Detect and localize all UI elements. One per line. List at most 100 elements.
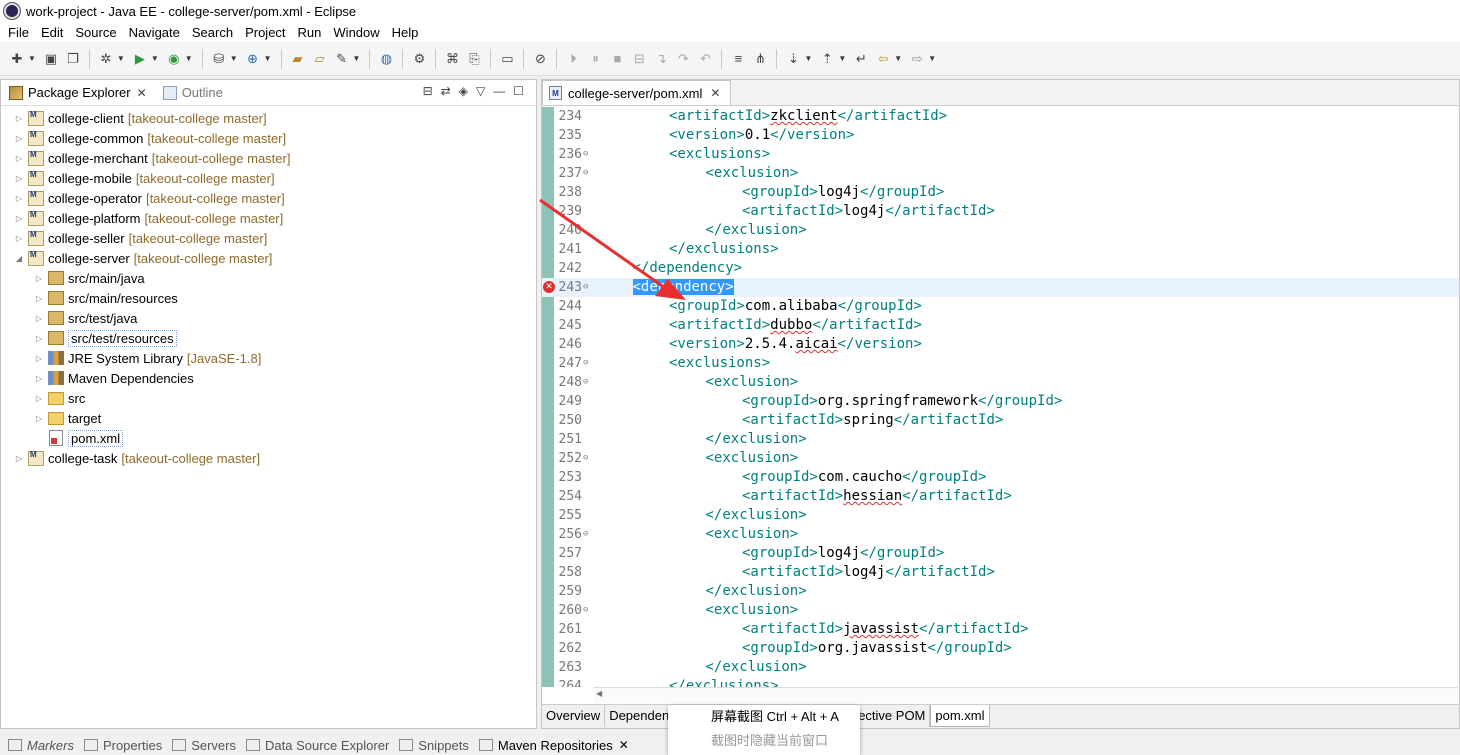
forward-icon[interactable]: ⇨ <box>908 50 926 68</box>
code-line[interactable]: 261 <artifactId>javassist</artifactId> <box>542 620 1459 639</box>
collapsed-arrow-icon[interactable]: ▷ <box>13 154 25 163</box>
tree-item[interactable]: ▷ JRE System Library [JavaSE-1.8] <box>1 348 536 368</box>
step-into-icon[interactable]: ↴ <box>652 50 670 68</box>
tree-item[interactable]: ▷ src/test/resources <box>1 328 536 348</box>
close-icon[interactable]: ✕ <box>619 738 629 752</box>
fold-toggle-icon[interactable]: ⊖ <box>583 373 588 392</box>
fold-toggle-icon[interactable]: ⊖ <box>583 164 588 183</box>
menu-project[interactable]: Project <box>239 25 291 40</box>
prev-annotation-icon[interactable]: ⇡ <box>818 50 836 68</box>
search-dropdown-icon[interactable]: ▼ <box>353 54 361 63</box>
menu-window[interactable]: Window <box>327 25 385 40</box>
tree-item[interactable]: ▷ college-platform[takeout-college master… <box>1 208 536 228</box>
new-server-dropdown-icon[interactable]: ▼ <box>230 54 238 63</box>
bottom-tab[interactable]: Properties <box>83 738 162 753</box>
horizontal-scrollbar[interactable]: ◀ <box>594 687 1458 703</box>
code-line[interactable]: 257 <groupId>log4j</groupId> <box>542 544 1459 563</box>
code-line[interactable]: 251 </exclusion> <box>542 430 1459 449</box>
focus-icon[interactable]: ◈ <box>459 84 468 98</box>
new-class-dropdown-icon[interactable]: ▼ <box>264 54 272 63</box>
code-line[interactable]: 253 <groupId>com.caucho</groupId> <box>542 468 1459 487</box>
open-folder-icon[interactable]: ▱ <box>311 50 329 68</box>
save-all-icon[interactable]: ❐ <box>64 50 82 68</box>
maximize-icon[interactable]: ☐ <box>513 84 524 98</box>
code-line[interactable]: 262 <groupId>org.javassist</groupId> <box>542 639 1459 658</box>
step-return-icon[interactable]: ↶ <box>696 50 714 68</box>
tree-item[interactable]: ▷ college-seller[takeout-college master] <box>1 228 536 248</box>
collapsed-arrow-icon[interactable]: ▷ <box>33 274 45 283</box>
tree-item[interactable]: ▷ college-operator[takeout-college master… <box>1 188 536 208</box>
close-icon[interactable]: ✕ <box>710 86 720 100</box>
forward-dropdown-icon[interactable]: ▼ <box>928 54 936 63</box>
terminate-icon[interactable]: ■ <box>608 50 626 68</box>
step-over-icon[interactable]: ↷ <box>674 50 692 68</box>
suspend-icon[interactable]: ⏸ <box>586 50 604 68</box>
code-line[interactable]: 241 </exclusions> <box>542 240 1459 259</box>
collapsed-arrow-icon[interactable]: ▷ <box>13 134 25 143</box>
back-dropdown-icon[interactable]: ▼ <box>894 54 902 63</box>
code-line[interactable]: 250 <artifactId>spring</artifactId> <box>542 411 1459 430</box>
new-server-icon[interactable]: ⛁ <box>210 50 228 68</box>
bottom-tab[interactable]: Maven Repositories ✕ <box>478 738 629 753</box>
prev-annotation-dropdown-icon[interactable]: ▼ <box>838 54 846 63</box>
tree-item[interactable]: ◢ college-server[takeout-college master] <box>1 248 536 268</box>
resume-icon[interactable]: ⏵ <box>564 50 582 68</box>
code-line[interactable]: 259 </exclusion> <box>542 582 1459 601</box>
pom-tab[interactable]: Overview <box>542 705 606 727</box>
collapsed-arrow-icon[interactable]: ▷ <box>33 354 45 363</box>
scroll-left-icon[interactable]: ◀ <box>596 689 602 698</box>
fold-toggle-icon[interactable]: ⊖ <box>583 525 588 544</box>
bottom-tab[interactable]: Servers <box>172 738 236 753</box>
code-line[interactable]: 247 ⊖ <exclusions> <box>542 354 1459 373</box>
code-line[interactable]: 240 </exclusion> <box>542 221 1459 240</box>
tree-item[interactable]: ▷ college-merchant[takeout-college master… <box>1 148 536 168</box>
code-line[interactable]: 245 <artifactId>dubbo</artifactId> <box>542 316 1459 335</box>
code-line[interactable]: 244 <groupId>com.alibaba</groupId> <box>542 297 1459 316</box>
new-icon[interactable]: ✚ <box>8 50 26 68</box>
menu-file[interactable]: File <box>2 25 35 40</box>
menu-help[interactable]: Help <box>386 25 425 40</box>
collapsed-arrow-icon[interactable]: ▷ <box>33 374 45 383</box>
collapsed-arrow-icon[interactable]: ▷ <box>13 214 25 223</box>
code-line[interactable]: 246 <version>2.5.4.aicai</version> <box>542 335 1459 354</box>
run-icon[interactable]: ▶ <box>131 50 149 68</box>
code-line[interactable]: 236 ⊖ <exclusions> <box>542 145 1459 164</box>
tree-item[interactable]: ▷ college-common[takeout-college master] <box>1 128 536 148</box>
minimize-icon[interactable]: — <box>493 84 505 98</box>
tab-outline[interactable]: Outline <box>155 80 231 106</box>
fold-toggle-icon[interactable]: ⊖ <box>583 278 588 297</box>
new-dropdown-icon[interactable]: ▼ <box>28 54 36 63</box>
tree-item[interactable]: pom.xml <box>1 428 536 448</box>
bottom-tab[interactable]: Snippets <box>399 738 469 753</box>
run-server-icon[interactable]: ◉ <box>165 50 183 68</box>
fold-toggle-icon[interactable]: ⊖ <box>583 354 588 373</box>
menu-navigate[interactable]: Navigate <box>123 25 186 40</box>
disconnect-icon[interactable]: ⊟ <box>630 50 648 68</box>
new-java-class-icon[interactable]: ⊕ <box>244 50 262 68</box>
save-icon[interactable]: ▣ <box>42 50 60 68</box>
popup-item-hide-window[interactable]: 截图时隐藏当前窗口 <box>668 729 860 753</box>
menu-run[interactable]: Run <box>292 25 328 40</box>
tree-item[interactable]: ▷ src/main/resources <box>1 288 536 308</box>
code-line[interactable]: 260 ⊖ <exclusion> <box>542 601 1459 620</box>
tree-item[interactable]: ▷ college-mobile[takeout-college master] <box>1 168 536 188</box>
bottom-tab[interactable]: Markers <box>8 738 74 753</box>
build-icon[interactable]: ⚙ <box>410 50 428 68</box>
collapsed-arrow-icon[interactable]: ▷ <box>13 454 25 463</box>
code-editor[interactable]: 234 <artifactId>zkclient</artifactId> 235 <… <box>542 107 1459 687</box>
code-line[interactable]: 264 </exclusions> <box>542 677 1459 687</box>
menu-edit[interactable]: Edit <box>35 25 69 40</box>
open-type-icon[interactable]: ▰ <box>289 50 307 68</box>
collapsed-arrow-icon[interactable]: ▷ <box>33 414 45 423</box>
skip-breakpoints-icon[interactable]: ⊘ <box>531 50 549 68</box>
collapsed-arrow-icon[interactable]: ▷ <box>33 394 45 403</box>
tree-item[interactable]: ▷ target <box>1 408 536 428</box>
toggle-mark-icon[interactable]: ≡ <box>729 50 747 68</box>
tree-item[interactable]: ▷ src/main/java <box>1 268 536 288</box>
tree-item[interactable]: ▷ college-task[takeout-college master] <box>1 448 536 468</box>
run-dropdown-icon[interactable]: ▼ <box>151 54 159 63</box>
collapsed-arrow-icon[interactable]: ▷ <box>13 234 25 243</box>
tree-item[interactable]: ▷ Maven Dependencies <box>1 368 536 388</box>
popup-item-screenshot[interactable]: 屏幕截图 Ctrl + Alt + A <box>668 705 860 729</box>
expanded-arrow-icon[interactable]: ◢ <box>13 254 25 263</box>
